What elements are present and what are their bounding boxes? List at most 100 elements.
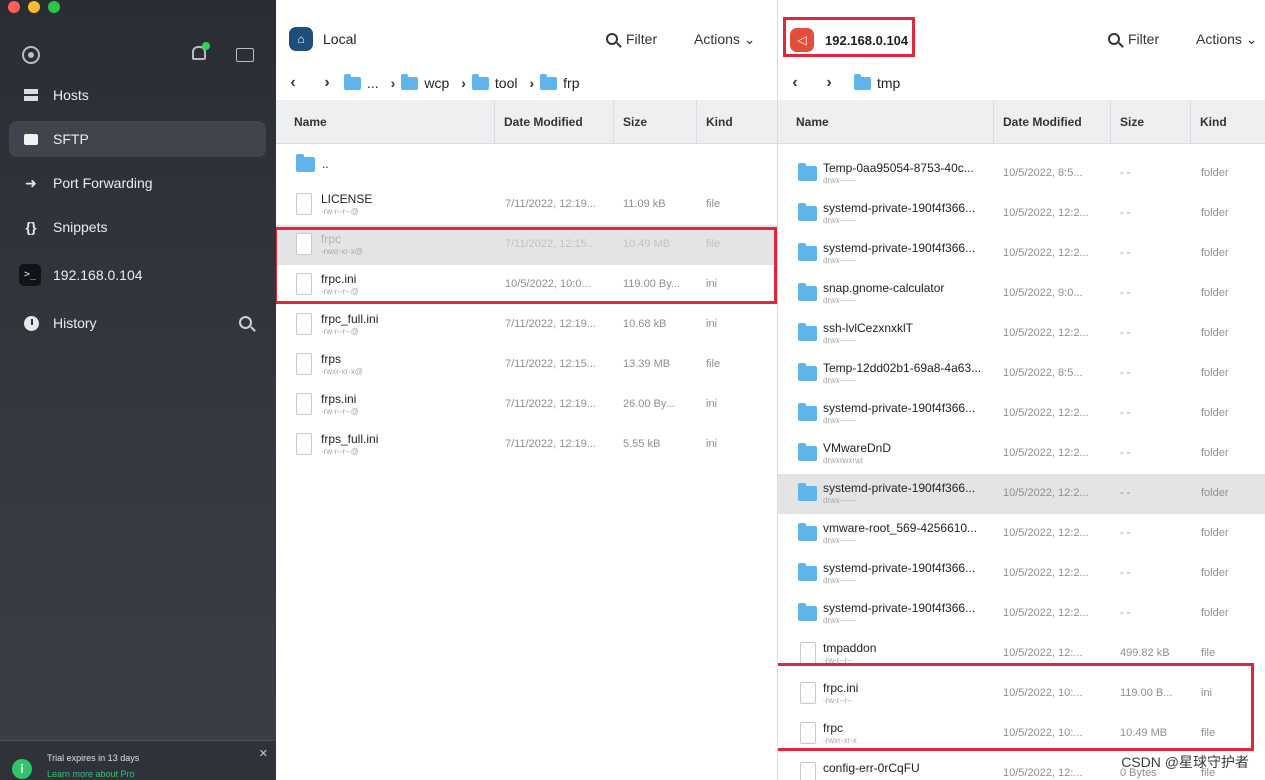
- back-chevron-icon[interactable]: ‹: [778, 74, 812, 92]
- table-row[interactable]: frpc_full.ini -rw-r--r--@ 7/11/2022, 12:…: [276, 305, 777, 345]
- column-header-name[interactable]: Name: [294, 115, 327, 129]
- sidebar-item-host-192-168-0-104[interactable]: >_ 192.168.0.104: [9, 257, 266, 293]
- breadcrumb-item[interactable]: frp: [540, 73, 580, 91]
- file-icon: [800, 682, 816, 704]
- file-kind: file: [706, 358, 721, 370]
- file-permissions: -rw-r--r--@: [321, 287, 359, 296]
- breadcrumb-item[interactable]: ...: [344, 73, 379, 91]
- file-size: 499.82 kB: [1120, 647, 1170, 659]
- table-row[interactable]: frps.ini -rw-r--r--@ 7/11/2022, 12:19...…: [276, 385, 777, 425]
- file-date: 7/11/2022, 12:19...: [505, 398, 596, 410]
- file-permissions: drwx------: [823, 496, 856, 505]
- column-header-name[interactable]: Name: [796, 115, 829, 129]
- file-size: - -: [1120, 327, 1131, 339]
- close-icon[interactable]: ✕: [259, 747, 268, 760]
- zoom-window-button[interactable]: [48, 1, 60, 13]
- file-kind: folder: [1201, 247, 1229, 259]
- file-kind: file: [1201, 727, 1216, 739]
- watermark: CSDN @星球守护者: [1121, 754, 1249, 770]
- sidebar-item-port-forwarding[interactable]: ➜ Port Forwarding: [9, 165, 266, 201]
- table-row[interactable]: Temp-12dd02b1-69a8-4a63... drwx------ 10/5…: [778, 354, 1265, 394]
- table-row[interactable]: systemd-private-190f4f366... drwx------ 10…: [778, 474, 1265, 514]
- parent-directory-row[interactable]: ..: [276, 145, 777, 185]
- folder-icon: [23, 131, 39, 147]
- column-header-size[interactable]: Size: [1120, 115, 1144, 129]
- file-date: 10/5/2022, 12:2...: [1003, 207, 1089, 219]
- file-name: frpc_full.ini: [321, 312, 379, 326]
- folder-icon: [798, 163, 817, 181]
- file-date: 10/5/2022, 8:5...: [1003, 367, 1083, 379]
- table-row[interactable]: vmware-root_569-4256610... drwx------ 10/5…: [778, 514, 1265, 554]
- folder-icon: [471, 73, 489, 90]
- close-window-button[interactable]: [8, 1, 20, 13]
- table-row[interactable]: systemd-private-190f4f366... drwx------ 10…: [778, 594, 1265, 634]
- file-kind: ini: [1201, 687, 1213, 699]
- breadcrumb-item[interactable]: wcp: [401, 73, 449, 91]
- forward-chevron-icon[interactable]: ›: [812, 74, 846, 92]
- actions-menu-button[interactable]: Actions ⌄: [1196, 31, 1258, 48]
- folder-icon: [798, 483, 817, 501]
- file-date: 10/5/2022, 10:...: [1003, 687, 1083, 699]
- terminal-session-icon: >_: [19, 264, 41, 286]
- folder-icon: [798, 603, 817, 621]
- table-row[interactable]: Temp-0aa95054-8753-40c... drwx------ 10/5/…: [778, 154, 1265, 194]
- sidebar-item-hosts[interactable]: Hosts: [9, 77, 266, 113]
- table-row[interactable]: systemd-private-190f4f366... drwx------ 10…: [778, 234, 1265, 274]
- file-size: 10.49 MB: [623, 238, 671, 250]
- table-row[interactable]: frps -rwxr-xr-x@ 7/11/2022, 12:15... 13.…: [276, 345, 777, 385]
- file-name: Temp-12dd02b1-69a8-4a63...: [823, 361, 982, 375]
- folder-icon: [854, 73, 871, 90]
- filter-button[interactable]: Filter: [606, 31, 657, 47]
- remote-host-name[interactable]: 192.168.0.104: [825, 33, 908, 48]
- file-permissions: -rw-r--r--@: [321, 207, 359, 216]
- column-header-date[interactable]: Date Modified: [504, 115, 583, 129]
- settings-gear-icon[interactable]: [22, 46, 40, 64]
- filter-button[interactable]: Filter: [1108, 31, 1159, 47]
- table-row[interactable]: tmpaddon -rw-r--r-- 10/5/2022, 12:... 499.8…: [778, 634, 1265, 674]
- file-permissions: drwx------: [823, 176, 856, 185]
- file-permissions: drwx------: [823, 536, 856, 545]
- sidebar-item-label: Snippets: [53, 219, 108, 235]
- minimize-window-button[interactable]: [28, 1, 40, 13]
- sidebar-item-sftp[interactable]: SFTP: [9, 121, 266, 157]
- table-row[interactable]: systemd-private-190f4f366... drwx------ 10…: [778, 194, 1265, 234]
- file-kind: folder: [1201, 607, 1229, 619]
- filter-label: Filter: [1128, 31, 1160, 47]
- file-kind: file: [706, 198, 721, 210]
- local-host-name[interactable]: Local: [323, 31, 356, 47]
- file-name: systemd-private-190f4f366...: [823, 601, 976, 615]
- learn-more-link[interactable]: Learn more about Pro: [47, 769, 135, 779]
- sidebar-item-snippets[interactable]: {} Snippets: [9, 209, 266, 245]
- column-header-kind[interactable]: Kind: [706, 115, 733, 129]
- table-row[interactable]: frpc -rwxr-xr-x@ 7/11/2022, 12:15... 10.…: [276, 225, 777, 265]
- table-row[interactable]: systemd-private-190f4f366... drwx------ 10…: [778, 394, 1265, 434]
- table-row[interactable]: frpc -rwxr-xr-x 10/5/2022, 10:... 10.49 MB f…: [778, 714, 1265, 754]
- table-row[interactable]: systemd-private-190f4f366... drwx------ 10…: [778, 554, 1265, 594]
- history-search-icon[interactable]: [239, 316, 252, 329]
- column-header-size[interactable]: Size: [623, 115, 647, 129]
- back-chevron-icon[interactable]: ‹: [276, 74, 310, 92]
- table-row[interactable]: frpc.ini -rw-r--r-- 10/5/2022, 10:... 119.0…: [778, 674, 1265, 714]
- column-header-kind[interactable]: Kind: [1200, 115, 1227, 129]
- table-row[interactable]: LICENSE -rw-r--r--@ 7/11/2022, 12:19... …: [276, 185, 777, 225]
- column-header-date[interactable]: Date Modified: [1003, 115, 1082, 129]
- file-size: 119.00 By...: [623, 278, 681, 290]
- file-name: config-err-0rCqFU: [823, 761, 920, 775]
- table-row[interactable]: snap.gnome-calculator drwx------ 10/5/2022…: [778, 274, 1265, 314]
- terminal-icon[interactable]: [236, 48, 254, 62]
- actions-menu-button[interactable]: Actions ⌄: [694, 31, 756, 48]
- table-row[interactable]: VMwareDnD drwxrwxrwt 10/5/2022, 12:2... - -…: [778, 434, 1265, 474]
- folder-icon: [798, 443, 817, 461]
- file-date: 10/5/2022, 8:5...: [1003, 167, 1083, 179]
- breadcrumb-item[interactable]: tool: [471, 73, 518, 91]
- forward-chevron-icon[interactable]: ›: [310, 74, 344, 92]
- table-row[interactable]: frps_full.ini -rw-r--r--@ 7/11/2022, 12:…: [276, 425, 777, 465]
- file-size: - -: [1120, 567, 1131, 579]
- file-kind: folder: [1201, 167, 1229, 179]
- breadcrumb-item[interactable]: tmp: [854, 73, 900, 91]
- file-icon: [800, 722, 816, 744]
- sidebar-item-history[interactable]: History: [9, 305, 266, 341]
- table-row[interactable]: frpc.ini -rw-r--r--@ 10/5/2022, 10:0... …: [276, 265, 777, 305]
- table-row[interactable]: ssh-lvlCezxnxklT drwx------ 10/5/2022, 12:…: [778, 314, 1265, 354]
- file-size: - -: [1120, 167, 1131, 179]
